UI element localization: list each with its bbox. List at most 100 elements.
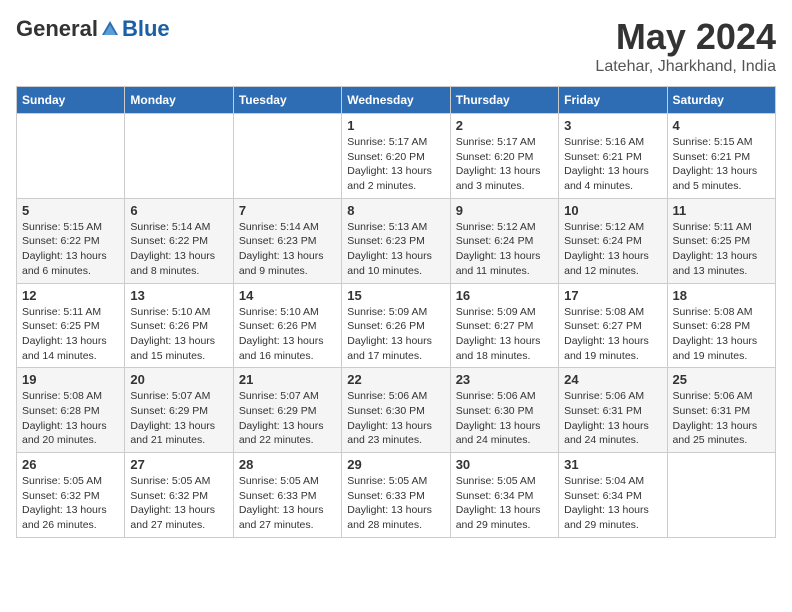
day-info: Sunrise: 5:06 AMSunset: 6:30 PMDaylight:… — [347, 389, 444, 448]
day-number: 9 — [456, 203, 553, 218]
calendar-cell: 26 Sunrise: 5:05 AMSunset: 6:32 PMDayligh… — [17, 453, 125, 538]
day-number: 8 — [347, 203, 444, 218]
calendar-cell: 1 Sunrise: 5:17 AMSunset: 6:20 PMDaylight… — [342, 114, 450, 199]
calendar-cell: 22 Sunrise: 5:06 AMSunset: 6:30 PMDayligh… — [342, 368, 450, 453]
calendar-cell: 10 Sunrise: 5:12 AMSunset: 6:24 PMDayligh… — [559, 198, 667, 283]
day-number: 28 — [239, 457, 336, 472]
day-number: 3 — [564, 118, 661, 133]
day-number: 4 — [673, 118, 770, 133]
day-number: 10 — [564, 203, 661, 218]
month-year-title: May 2024 — [595, 16, 776, 58]
day-info: Sunrise: 5:16 AMSunset: 6:21 PMDaylight:… — [564, 135, 661, 194]
day-info: Sunrise: 5:05 AMSunset: 6:32 PMDaylight:… — [22, 474, 119, 533]
day-info: Sunrise: 5:06 AMSunset: 6:31 PMDaylight:… — [564, 389, 661, 448]
day-info: Sunrise: 5:05 AMSunset: 6:33 PMDaylight:… — [239, 474, 336, 533]
weekday-header-tuesday: Tuesday — [233, 87, 341, 114]
day-info: Sunrise: 5:12 AMSunset: 6:24 PMDaylight:… — [564, 220, 661, 279]
calendar-cell: 30 Sunrise: 5:05 AMSunset: 6:34 PMDayligh… — [450, 453, 558, 538]
weekday-header-wednesday: Wednesday — [342, 87, 450, 114]
day-number: 19 — [22, 372, 119, 387]
calendar-cell — [125, 114, 233, 199]
day-number: 26 — [22, 457, 119, 472]
calendar-cell: 12 Sunrise: 5:11 AMSunset: 6:25 PMDayligh… — [17, 283, 125, 368]
calendar-cell: 27 Sunrise: 5:05 AMSunset: 6:32 PMDayligh… — [125, 453, 233, 538]
logo-general-text: General — [16, 16, 98, 42]
day-info: Sunrise: 5:10 AMSunset: 6:26 PMDaylight:… — [130, 305, 227, 364]
weekday-header-monday: Monday — [125, 87, 233, 114]
day-number: 17 — [564, 288, 661, 303]
calendar-cell: 15 Sunrise: 5:09 AMSunset: 6:26 PMDayligh… — [342, 283, 450, 368]
calendar-cell: 20 Sunrise: 5:07 AMSunset: 6:29 PMDayligh… — [125, 368, 233, 453]
day-info: Sunrise: 5:11 AMSunset: 6:25 PMDaylight:… — [22, 305, 119, 364]
day-number: 6 — [130, 203, 227, 218]
day-number: 5 — [22, 203, 119, 218]
calendar-cell: 31Sunrise: 5:04 AMSunset: 6:34 PMDayligh… — [559, 453, 667, 538]
day-info: Sunrise: 5:07 AMSunset: 6:29 PMDaylight:… — [130, 389, 227, 448]
day-number: 11 — [673, 203, 770, 218]
day-number: 18 — [673, 288, 770, 303]
day-info: Sunrise: 5:15 AMSunset: 6:22 PMDaylight:… — [22, 220, 119, 279]
week-row-2: 5 Sunrise: 5:15 AMSunset: 6:22 PMDaylight… — [17, 198, 776, 283]
logo: General Blue — [16, 16, 170, 42]
calendar-cell: 19 Sunrise: 5:08 AMSunset: 6:28 PMDayligh… — [17, 368, 125, 453]
day-number: 14 — [239, 288, 336, 303]
day-number: 31 — [564, 457, 661, 472]
weekday-header-row: SundayMondayTuesdayWednesdayThursdayFrid… — [17, 87, 776, 114]
page-header: General Blue May 2024 Latehar, Jharkhand… — [16, 16, 776, 76]
calendar-cell — [233, 114, 341, 199]
location-text: Latehar, Jharkhand, India — [595, 58, 776, 76]
calendar-cell: 7Sunrise: 5:14 AMSunset: 6:23 PMDaylight… — [233, 198, 341, 283]
calendar-cell: 4 Sunrise: 5:15 AMSunset: 6:21 PMDaylight… — [667, 114, 775, 199]
calendar-cell: 2Sunrise: 5:17 AMSunset: 6:20 PMDaylight… — [450, 114, 558, 199]
calendar-cell — [17, 114, 125, 199]
day-info: Sunrise: 5:17 AMSunset: 6:20 PMDaylight:… — [347, 135, 444, 194]
calendar-cell: 21Sunrise: 5:07 AMSunset: 6:29 PMDayligh… — [233, 368, 341, 453]
day-number: 16 — [456, 288, 553, 303]
calendar-cell — [667, 453, 775, 538]
day-number: 22 — [347, 372, 444, 387]
calendar-cell: 8Sunrise: 5:13 AMSunset: 6:23 PMDaylight… — [342, 198, 450, 283]
calendar-cell: 17 Sunrise: 5:08 AMSunset: 6:27 PMDayligh… — [559, 283, 667, 368]
calendar-cell: 13Sunrise: 5:10 AMSunset: 6:26 PMDayligh… — [125, 283, 233, 368]
calendar-cell: 29Sunrise: 5:05 AMSunset: 6:33 PMDayligh… — [342, 453, 450, 538]
weekday-header-sunday: Sunday — [17, 87, 125, 114]
calendar-cell: 16 Sunrise: 5:09 AMSunset: 6:27 PMDayligh… — [450, 283, 558, 368]
day-info: Sunrise: 5:09 AMSunset: 6:26 PMDaylight:… — [347, 305, 444, 364]
logo-icon — [100, 19, 120, 39]
day-number: 24 — [564, 372, 661, 387]
day-info: Sunrise: 5:06 AMSunset: 6:31 PMDaylight:… — [673, 389, 770, 448]
day-info: Sunrise: 5:05 AMSunset: 6:32 PMDaylight:… — [130, 474, 227, 533]
week-row-1: 1 Sunrise: 5:17 AMSunset: 6:20 PMDaylight… — [17, 114, 776, 199]
day-info: Sunrise: 5:05 AMSunset: 6:34 PMDaylight:… — [456, 474, 553, 533]
day-number: 27 — [130, 457, 227, 472]
day-number: 12 — [22, 288, 119, 303]
day-number: 15 — [347, 288, 444, 303]
day-number: 1 — [347, 118, 444, 133]
day-number: 20 — [130, 372, 227, 387]
day-info: Sunrise: 5:17 AMSunset: 6:20 PMDaylight:… — [456, 135, 553, 194]
weekday-header-thursday: Thursday — [450, 87, 558, 114]
day-info: Sunrise: 5:09 AMSunset: 6:27 PMDaylight:… — [456, 305, 553, 364]
calendar-cell: 18Sunrise: 5:08 AMSunset: 6:28 PMDayligh… — [667, 283, 775, 368]
calendar-cell: 3 Sunrise: 5:16 AMSunset: 6:21 PMDaylight… — [559, 114, 667, 199]
day-info: Sunrise: 5:14 AMSunset: 6:22 PMDaylight:… — [130, 220, 227, 279]
calendar-cell: 14 Sunrise: 5:10 AMSunset: 6:26 PMDayligh… — [233, 283, 341, 368]
logo-blue-text: Blue — [122, 16, 170, 42]
day-info: Sunrise: 5:11 AMSunset: 6:25 PMDaylight:… — [673, 220, 770, 279]
day-info: Sunrise: 5:08 AMSunset: 6:28 PMDaylight:… — [22, 389, 119, 448]
day-info: Sunrise: 5:06 AMSunset: 6:30 PMDaylight:… — [456, 389, 553, 448]
calendar-table: SundayMondayTuesdayWednesdayThursdayFrid… — [16, 86, 776, 538]
calendar-cell: 9Sunrise: 5:12 AMSunset: 6:24 PMDaylight… — [450, 198, 558, 283]
day-number: 21 — [239, 372, 336, 387]
day-info: Sunrise: 5:10 AMSunset: 6:26 PMDaylight:… — [239, 305, 336, 364]
day-info: Sunrise: 5:15 AMSunset: 6:21 PMDaylight:… — [673, 135, 770, 194]
week-row-4: 19 Sunrise: 5:08 AMSunset: 6:28 PMDayligh… — [17, 368, 776, 453]
weekday-header-saturday: Saturday — [667, 87, 775, 114]
day-info: Sunrise: 5:14 AMSunset: 6:23 PMDaylight:… — [239, 220, 336, 279]
week-row-5: 26 Sunrise: 5:05 AMSunset: 6:32 PMDayligh… — [17, 453, 776, 538]
day-number: 30 — [456, 457, 553, 472]
calendar-cell: 24 Sunrise: 5:06 AMSunset: 6:31 PMDayligh… — [559, 368, 667, 453]
calendar-cell: 23Sunrise: 5:06 AMSunset: 6:30 PMDayligh… — [450, 368, 558, 453]
day-info: Sunrise: 5:08 AMSunset: 6:27 PMDaylight:… — [564, 305, 661, 364]
weekday-header-friday: Friday — [559, 87, 667, 114]
